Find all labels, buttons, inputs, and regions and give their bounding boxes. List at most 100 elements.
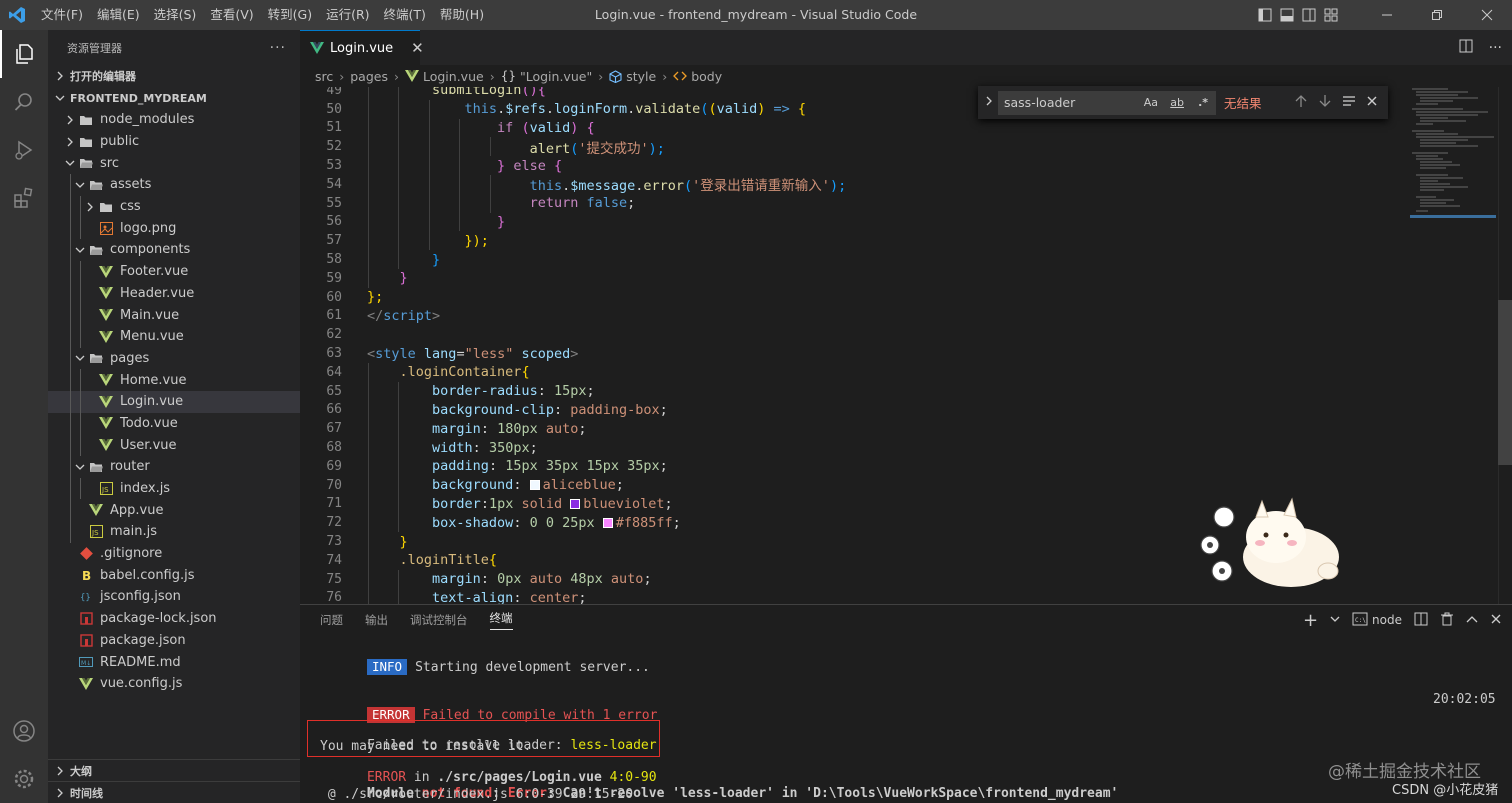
match-whole-word-toggle[interactable]: ab [1170,96,1184,109]
code-line: 61 </script> [300,307,1400,326]
panel-tab[interactable]: 终端 [489,610,513,630]
tree-item[interactable]: package-lock.json [48,608,300,630]
tree-item[interactable]: Login.vue [48,390,300,413]
color-swatch[interactable] [529,480,540,491]
indent-guide [398,419,400,439]
tree-item[interactable]: Bbabel.config.js [48,564,300,586]
tree-item[interactable]: vue.config.js [48,673,300,695]
project-root[interactable]: FRONTEND_MYDREAM [48,87,300,109]
breadcrumb-item[interactable]: style [626,69,656,84]
tree-item[interactable]: Menu.vue [48,325,300,348]
restore-icon[interactable] [1412,0,1462,30]
tree-item[interactable]: Todo.vue [48,412,300,435]
tree-item[interactable]: {} jsconfig.json [48,586,300,608]
tree-item[interactable]: src [48,152,300,174]
tree-item[interactable]: Main.vue [48,304,300,326]
split-editor-icon[interactable] [1459,38,1473,57]
manage-gear-icon[interactable] [0,755,48,803]
use-regex-toggle[interactable]: .* [1198,96,1208,109]
split-terminal-icon[interactable] [1414,612,1428,629]
tab-login-vue[interactable]: Login.vue ✕ [300,30,424,65]
terminal-icon[interactable]: C:\ [1352,612,1368,629]
close-icon[interactable] [1462,0,1512,30]
maximize-panel-chevron-up-icon[interactable] [1466,613,1478,627]
run-debug-icon[interactable] [0,126,48,174]
toggle-replace-chevron-icon[interactable] [984,95,994,110]
indent-guide [70,260,71,283]
chevron-down-icon[interactable] [1330,613,1340,627]
search-icon[interactable] [0,78,48,126]
find-in-selection-icon[interactable] [1342,94,1356,111]
breadcrumb-item[interactable]: pages [350,69,388,84]
tree-item[interactable]: .gitignore [48,543,300,565]
panel-tab[interactable]: 问题 [320,612,343,628]
more-actions-icon[interactable]: ··· [1489,40,1502,56]
trash-icon[interactable] [1440,612,1454,629]
tree-item[interactable]: components [48,239,300,261]
menu-item[interactable]: 文件(F) [34,0,90,30]
tree-item[interactable]: M↓ README.md [48,651,300,673]
toggle-secondary-sidebar-icon[interactable] [1298,0,1320,30]
tree-item[interactable]: logo.png [48,217,300,240]
outline-section[interactable]: 大纲 [48,759,300,781]
explorer-icon[interactable] [0,30,48,78]
close-panel-icon[interactable] [1490,613,1502,628]
editor-scroll-thumb[interactable] [1498,300,1512,465]
vue-file-icon [98,415,114,431]
tree-item[interactable]: pages [48,347,300,370]
open-editors-section[interactable]: 打开的编辑器 [48,65,300,87]
menu-item[interactable]: 选择(S) [147,0,204,30]
more-actions-icon[interactable]: ··· [270,40,286,56]
tree-item[interactable]: router [48,456,300,478]
tree-item[interactable]: public [48,131,300,153]
tree-item[interactable]: package.json [48,630,300,652]
close-tab-icon[interactable]: ✕ [411,39,424,57]
breadcrumb-item[interactable]: Login.vue [423,69,484,84]
code-token: { [545,157,563,174]
accounts-icon[interactable] [0,707,48,755]
panel-tab[interactable]: 输出 [365,612,388,628]
find-input[interactable]: sass-loader Aa ab .* [998,90,1216,115]
tree-item[interactable]: assets [48,174,300,196]
code-token: blueviolet [583,495,665,512]
code-token: submitLogin [432,87,522,99]
menu-item[interactable]: 终端(T) [377,0,433,30]
tree-item[interactable]: User.vue [48,434,300,456]
menu-item[interactable]: 帮助(H) [433,0,491,30]
menu-item[interactable]: 编辑(E) [90,0,147,30]
minimap[interactable] [1408,87,1498,227]
breadcrumb-item[interactable]: body [691,69,722,84]
toggle-primary-sidebar-icon[interactable] [1254,0,1276,30]
breadcrumb-item[interactable]: "Login.vue" [520,69,592,84]
minimize-icon[interactable] [1362,0,1412,30]
tree-item[interactable]: css [48,195,300,218]
breadcrumb-item[interactable]: src [315,69,333,84]
customize-layout-icon[interactable] [1320,0,1342,30]
tree-item[interactable]: Footer.vue [48,260,300,283]
close-find-icon[interactable] [1366,95,1378,110]
tree-item[interactable]: Header.vue [48,282,300,305]
new-terminal-plus-icon[interactable]: + [1303,610,1318,631]
menu-item[interactable]: 运行(R) [319,0,376,30]
tree-item[interactable]: Home.vue [48,369,300,391]
line-number: 75 [326,571,342,587]
menu-item[interactable]: 转到(G) [261,0,319,30]
previous-match-arrow-up-icon[interactable] [1294,94,1308,111]
tree-item[interactable]: JS index.js [48,477,300,500]
tree-item[interactable]: node_modules [48,109,300,131]
toggle-panel-icon[interactable] [1276,0,1298,30]
explorer-sidebar: 资源管理器 ··· 打开的编辑器 FRONTEND_MYDREAM node_m… [48,30,300,803]
extensions-icon[interactable] [0,174,48,222]
timeline-section[interactable]: 时间线 [48,781,300,803]
tree-item[interactable]: JS main.js [48,521,300,543]
match-case-toggle[interactable]: Aa [1144,96,1158,109]
menu-item[interactable]: 查看(V) [203,0,260,30]
panel-tab[interactable]: 调试控制台 [410,612,468,628]
next-match-arrow-down-icon[interactable] [1318,94,1332,111]
terminal-name[interactable]: node [1372,613,1402,627]
color-swatch[interactable] [570,498,581,509]
tree-item[interactable]: App.vue [48,499,300,522]
color-swatch[interactable] [602,517,613,528]
